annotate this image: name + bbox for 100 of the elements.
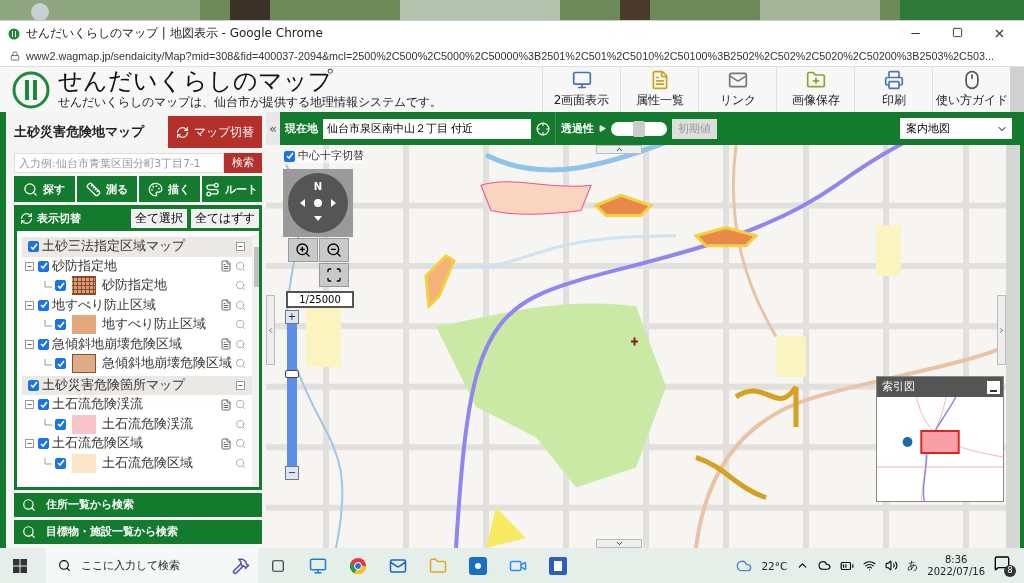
chrome-icon[interactable] [349, 556, 367, 575]
layer-label: 土砂三法指定区域マップ [42, 238, 187, 256]
checkbox[interactable] [38, 438, 49, 450]
app-icon[interactable] [469, 556, 487, 575]
layer-label: 土石流危険渓流 [102, 415, 194, 433]
deselect-all-button[interactable]: 全てはずす [191, 208, 259, 228]
close-icon[interactable] [993, 27, 1006, 40]
collapse-icon[interactable] [235, 379, 246, 391]
folder-icon [805, 70, 826, 90]
checkbox[interactable] [55, 418, 66, 430]
checkbox[interactable] [55, 319, 66, 331]
lock-icon [10, 51, 20, 61]
mail-icon [727, 70, 748, 90]
checkbox[interactable] [38, 338, 49, 350]
toolbar-button[interactable]: 使い方ガイド [932, 66, 1010, 113]
taskbar-search-field[interactable]: ここに入力して検索 [46, 548, 258, 583]
maximize-icon[interactable] [952, 27, 963, 38]
message-icon [994, 554, 1010, 571]
wifi-icon[interactable] [863, 559, 877, 572]
checkbox[interactable] [38, 299, 49, 311]
refresh-icon [176, 125, 189, 139]
layer-label: 土石流危険渓流 [52, 396, 144, 414]
panel-title: 表示切替 [37, 210, 82, 226]
collapse-button[interactable]: « [266, 112, 280, 145]
cloud-icon[interactable] [818, 559, 832, 572]
map-switch-button[interactable]: マップ切替 [168, 116, 262, 148]
tool-button[interactable]: ルート [201, 176, 262, 202]
layer-label: 急傾斜地崩壊危険区域 [52, 335, 183, 353]
refresh-icon [20, 211, 33, 225]
mail-icon[interactable] [389, 556, 407, 575]
document-icon[interactable] [220, 299, 232, 312]
sidebar-title: 土砂災害危険地マップ [14, 123, 144, 141]
search-icon [22, 498, 36, 512]
checkbox[interactable] [28, 379, 39, 391]
scrollbar[interactable] [1010, 67, 1024, 112]
volume-icon[interactable] [885, 559, 899, 572]
collapse-icon[interactable] [24, 260, 35, 272]
monitor-icon[interactable] [309, 556, 327, 575]
triangle-icon [599, 125, 606, 132]
tool-button[interactable]: 描く [139, 176, 200, 202]
printer-icon [883, 70, 904, 90]
task-view-icon[interactable] [271, 558, 285, 573]
window-title: せんだいくらしのマップ | 地図表示 - Google Chrome [26, 25, 324, 42]
layer-label: 砂防指定地 [52, 257, 118, 275]
checkbox[interactable] [38, 260, 49, 272]
checkbox[interactable] [38, 399, 49, 411]
tool-button[interactable]: 測る [76, 176, 137, 202]
monitor-icon [571, 70, 592, 90]
layer-label: 土砂災害危険箇所マップ [42, 376, 187, 394]
collapse-icon[interactable] [24, 299, 35, 311]
layer-label: 地すべり防止区域 [102, 316, 207, 334]
collapse-icon[interactable] [24, 338, 35, 350]
basemap-select[interactable]: 案内地図 [900, 118, 1012, 139]
ruler-icon [85, 181, 101, 197]
opacity-slider[interactable] [611, 121, 667, 136]
crosshair-icon[interactable] [536, 121, 550, 136]
logo-icon [8, 27, 20, 40]
search-icon [58, 559, 71, 572]
collapse-icon[interactable] [24, 438, 35, 450]
tool-button[interactable]: 探す [14, 176, 75, 202]
address-search-field[interactable]: 入力例:仙台市青葉区国分町3丁目7-1 [14, 153, 224, 173]
ime-indicator[interactable]: あ [907, 558, 919, 573]
scrollbar[interactable] [252, 235, 259, 487]
document-icon[interactable] [220, 260, 232, 273]
notification-button[interactable]: 8 [994, 554, 1016, 577]
checkbox[interactable] [55, 280, 66, 292]
document-icon[interactable] [220, 338, 232, 351]
logo-icon [12, 70, 50, 109]
tree-line [44, 358, 52, 369]
search-panel-button[interactable]: 住所一覧から検索 [14, 493, 262, 517]
layer-label: 急傾斜地崩壊危険区域 [102, 355, 232, 373]
checkbox[interactable] [28, 241, 39, 253]
checkbox[interactable] [55, 358, 66, 370]
document-icon[interactable] [220, 437, 232, 450]
collapse-icon[interactable] [235, 241, 246, 253]
collapse-icon[interactable] [24, 399, 35, 411]
windows-logo-icon[interactable] [13, 558, 27, 573]
checkbox[interactable] [55, 457, 66, 469]
tree-line [44, 280, 52, 291]
search-button[interactable]: 検索 [224, 153, 262, 173]
search-panel-button[interactable]: 目標物・施設一覧から検索 [14, 520, 262, 544]
address-bar[interactable]: www2.wagmap.jp/sendaicity/Map?mid=308&fid=400037-2094&mcl=2500%2C500%2C5000%2C50000%3B2501%2C501%2C5010%2C50100%3B2502%2C502%2C5020%2C50200%3B2503%2C503... [26, 50, 994, 62]
tree-line [44, 319, 52, 330]
document-icon[interactable] [220, 398, 232, 411]
layer-label: 土石流危険区域 [52, 435, 144, 453]
layer-label: 土石流危険区域 [102, 454, 194, 472]
site-subtitle: せんだいくらしのマップは、仙台市が提供する地理情報システムです。 [58, 94, 443, 111]
select-all-button[interactable]: 全て選択 [131, 208, 187, 228]
document-app-icon[interactable] [549, 556, 567, 575]
scrollbar[interactable] [1006, 145, 1020, 548]
opacity-label: 透過性 [561, 121, 594, 136]
layer-label: 砂防指定地 [102, 277, 168, 295]
palette-icon [148, 181, 164, 197]
layer-label: 地すべり防止区域 [52, 296, 157, 314]
search-icon [22, 525, 36, 539]
location-label: 現在地 [285, 121, 318, 136]
temperature: 22°C [761, 559, 788, 572]
location-field[interactable]: 仙台市泉区南中山２丁目 付近 [323, 118, 531, 139]
hammer-icon [232, 556, 250, 575]
clock[interactable]: 8:36 2022/07/16 [927, 553, 985, 578]
